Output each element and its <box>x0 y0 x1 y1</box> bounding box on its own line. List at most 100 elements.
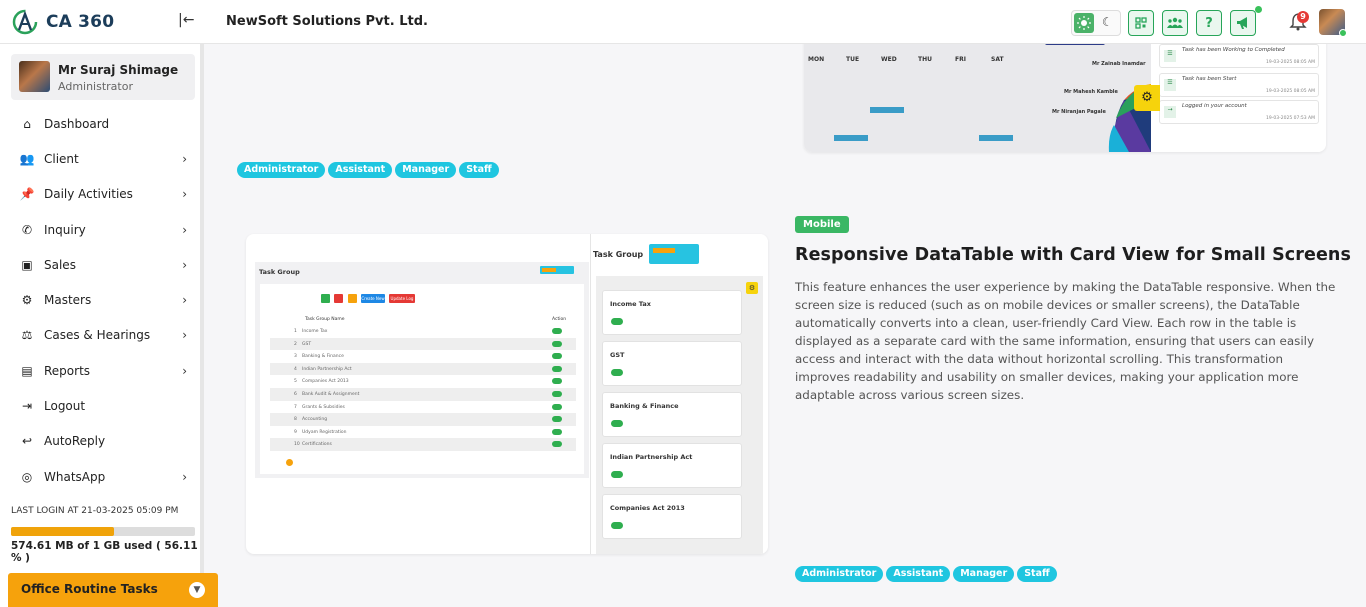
profile-card[interactable]: Mr Suraj Shimage Administrator <box>11 54 195 100</box>
sidebar-item-sales[interactable]: ▣ Sales › <box>11 247 195 282</box>
notification-badge: 9 <box>1297 11 1309 23</box>
table-row: 3 Banking & Finance <box>270 350 576 363</box>
chart-preview-label: Mr Niranjan Pagale <box>1052 109 1106 115</box>
calendar-event <box>979 135 1013 141</box>
feed-text: Logged in your account <box>1182 103 1247 109</box>
toggle-switch <box>611 471 623 478</box>
sidebar-item-cases-hearings[interactable]: ⚖ Cases & Hearings › <box>11 318 195 353</box>
help-button[interactable]: ? <box>1196 10 1222 36</box>
login-icon: → <box>1164 106 1176 118</box>
row-name: GST <box>302 341 312 347</box>
row-name: Indian Partnership Act <box>302 366 352 372</box>
role-tags-top: Administrator Assistant Manager Staff <box>237 157 502 178</box>
settings-gear-icon[interactable]: ⚙ <box>1134 85 1160 111</box>
row-name: Udyam Registration <box>302 429 347 435</box>
feature-preview-image: Task Group Create New Update Log Task Gr… <box>246 234 768 554</box>
app-logo[interactable]: CA 360 <box>12 8 114 36</box>
column-header: Action <box>552 317 567 322</box>
sidebar-item-client[interactable]: 👥 Client › <box>11 141 195 176</box>
row-number: 5 <box>294 379 297 385</box>
sidebar-item-reports[interactable]: ▤ Reports › <box>11 353 195 388</box>
calendar-weekday: WED <box>881 56 897 63</box>
row-number: 10 <box>294 442 300 448</box>
table-row: 8 Accounting <box>270 413 576 426</box>
datatable-title: Task Group <box>259 268 300 276</box>
collapse-sidebar-icon[interactable]: |← <box>178 12 194 28</box>
qr-button[interactable] <box>1128 10 1154 36</box>
chevron-right-icon: › <box>182 257 187 272</box>
sidebar-item-daily-activities[interactable]: 📌 Daily Activities › <box>11 177 195 212</box>
sidebar-item-masters[interactable]: ⚙ Masters › <box>11 282 195 317</box>
scale-icon: ⚖ <box>21 328 33 343</box>
feature-description: This feature enhances the user experienc… <box>795 280 1336 402</box>
sidebar-item-inquiry[interactable]: ✆ Inquiry › <box>11 212 195 247</box>
table-row: 9 Udyam Registration <box>270 426 576 439</box>
team-button[interactable] <box>1162 10 1188 36</box>
office-routine-tasks-bar[interactable]: Office Routine Tasks ▼ <box>8 573 218 607</box>
money-icon: ▣ <box>21 257 33 272</box>
feature-title: Responsive DataTable with Card View for … <box>795 245 1352 265</box>
chevron-down-icon[interactable]: ▼ <box>189 582 205 598</box>
sidebar: Mr Suraj Shimage Administrator ⌂ Dashboar… <box>0 44 204 607</box>
chevron-right-icon: › <box>182 293 187 308</box>
sidebar-item-label: Inquiry <box>44 222 86 237</box>
toggle-switch <box>552 378 562 385</box>
list-item: Income Tax <box>602 290 742 335</box>
datatable-preview: Task Group Create New Update Log Task Gr… <box>255 262 589 478</box>
online-indicator <box>1339 29 1347 37</box>
sidebar-menu: ⌂ Dashboard 👥 Client › 📌 Daily Activities › ✆ Inq… <box>11 106 195 494</box>
chart-preview-label: Mr Zainab Inamdar <box>1092 61 1146 67</box>
toggle-switch <box>552 328 562 334</box>
sidebar-item-label: Client <box>44 151 79 166</box>
list-item: Banking & Finance <box>602 392 742 437</box>
card-title: GST <box>610 351 625 359</box>
announcement-button[interactable] <box>1230 10 1256 36</box>
sidebar-item-whatsapp[interactable]: ◎ WhatsApp › <box>11 459 195 494</box>
sun-icon[interactable] <box>1074 13 1094 33</box>
sidebar-item-autoreply[interactable]: ↩ AutoReply <box>11 424 195 459</box>
top-header: CA 360 |← NewSoft Solutions Pvt. Ltd. ☾ … <box>0 0 1366 44</box>
chevron-right-icon: › <box>182 469 187 484</box>
sidebar-item-label: Reports <box>44 363 91 378</box>
toggle-switch <box>611 318 623 325</box>
sidebar-item-label: AutoReply <box>44 434 106 449</box>
toggle-switch <box>552 340 562 347</box>
whatsapp-icon: ◎ <box>21 469 33 484</box>
chevron-right-icon: › <box>182 151 187 166</box>
last-login: LAST LOGIN AT 21-03-2025 05:09 PM <box>11 506 179 516</box>
toggle-switch <box>611 420 623 427</box>
card-list: ⚙ Income Tax GST Banking & Finance Indian P… <box>596 276 763 554</box>
card-view-year-badge <box>649 244 699 264</box>
toggle-switch <box>552 403 562 410</box>
team-icon <box>1167 17 1183 28</box>
platform-badge: Mobile <box>795 216 849 233</box>
feature-preview-image-top: MON TUE WED THU FRI SAT Mr Zainab Inamda… <box>804 40 1326 152</box>
toggle-switch <box>552 353 562 360</box>
users-icon: 👥 <box>19 151 35 166</box>
logo-icon <box>12 9 38 35</box>
list-item: Indian Partnership Act <box>602 443 742 488</box>
storage-bar <box>11 527 195 536</box>
card-view-title: Task Group <box>593 250 644 259</box>
role-tag: Administrator <box>237 162 326 178</box>
row-number: 4 <box>294 366 297 372</box>
role-tags: Administrator Assistant Manager Staff <box>795 561 1060 582</box>
feed-text: Task has been Working to Completed <box>1182 47 1285 53</box>
feed-item: ☰ Task has been Start 19-03-2025 08:05 A… <box>1159 73 1319 97</box>
card-title: Companies Act 2013 <box>610 504 685 512</box>
table-row: 6 Bank Audit & Assignment <box>270 388 576 401</box>
sidebar-item-logout[interactable]: ⇥ Logout <box>11 388 195 423</box>
sidebar-item-label: Daily Activities <box>44 187 133 202</box>
table-row: 7 Grants & Subsidies <box>270 401 576 414</box>
sidebar-item-dashboard[interactable]: ⌂ Dashboard <box>11 106 195 141</box>
create-new-button: Create New <box>361 294 385 303</box>
logout-icon: ⇥ <box>21 399 33 414</box>
moon-icon[interactable]: ☾ <box>1102 15 1113 29</box>
theme-toggle[interactable]: ☾ <box>1071 10 1121 36</box>
role-tag: Administrator <box>795 566 884 582</box>
column-header: Task Group Name <box>305 317 345 322</box>
pin-icon: 📌 <box>19 187 35 202</box>
toggle-switch <box>552 416 562 423</box>
qr-icon <box>1135 17 1147 29</box>
toggle-switch <box>552 428 562 435</box>
